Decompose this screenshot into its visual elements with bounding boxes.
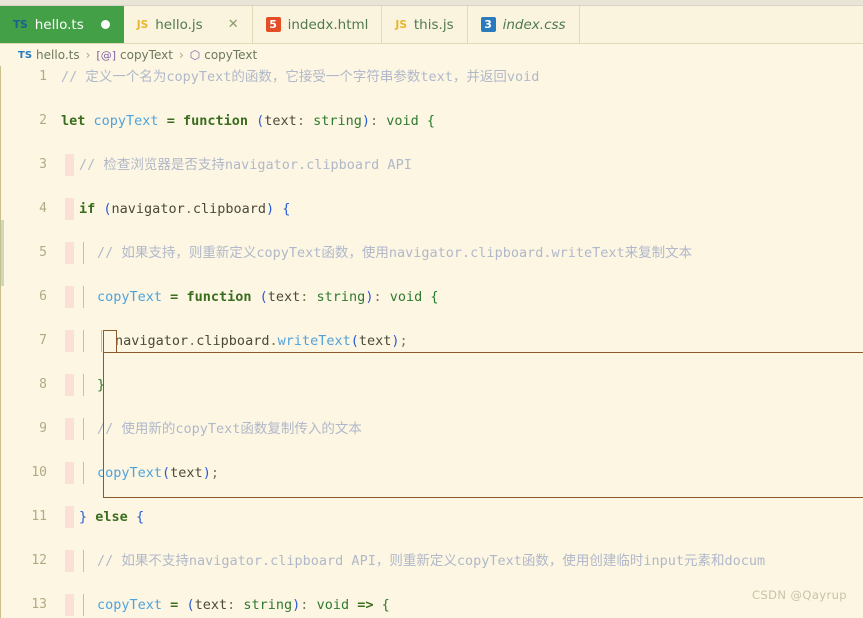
symbol-function-icon: ⬡: [189, 48, 201, 62]
code-line[interactable]: 2 let copyText = function (text: string)…: [1, 110, 863, 132]
indent-guide: [65, 462, 74, 484]
tab-bar-empty-space: [579, 6, 863, 43]
code-line[interactable]: 7 navigator.clipboard.writeText(text);: [1, 330, 863, 352]
code-line[interactable]: 12 // 如果不支持navigator.clipboard API，则重新定义…: [1, 550, 863, 572]
code-lines-container[interactable]: 1 // 定义一个名为copyText的函数，它接受一个字符串参数text，并返…: [1, 66, 863, 618]
tab-label: index.css: [502, 16, 566, 33]
line-number: 6: [39, 289, 47, 304]
close-icon[interactable]: ✕: [228, 18, 239, 31]
line-number: 9: [39, 421, 47, 436]
line-number: 3: [39, 157, 47, 172]
code-line[interactable]: 13 copyText = (text: string): void => {: [1, 594, 863, 616]
indent-guide-line: [83, 594, 84, 616]
line-number: 4: [39, 201, 47, 216]
indent-guide: [65, 374, 74, 396]
line-number: 8: [39, 377, 47, 392]
tab-label: hello.js: [155, 16, 203, 33]
indent-guide: [65, 154, 74, 176]
indent-guide: [65, 594, 74, 616]
breadcrumb-separator-icon: ›: [178, 48, 184, 62]
line-number: 7: [39, 333, 47, 348]
html5-icon: 5: [265, 17, 281, 32]
line-number: 12: [31, 553, 47, 568]
unsaved-indicator-dot[interactable]: [100, 20, 110, 29]
indent-guide-line: [83, 418, 84, 440]
breadcrumb: TS hello.ts › [@] copyText › ⬡ copyText: [0, 44, 863, 66]
indent-guide: [65, 330, 74, 352]
indent-guide-line: [101, 330, 102, 352]
symbol-variable-icon: [@]: [96, 48, 116, 62]
tab-label: this.js: [413, 16, 454, 33]
code-line[interactable]: 6 copyText = function (text: string): vo…: [1, 286, 863, 308]
javascript-icon: JS: [395, 18, 407, 31]
line-number: 10: [31, 465, 47, 480]
tab-indedx-html[interactable]: 5 indedx.html: [253, 6, 383, 43]
breadcrumb-item-symbol-variable[interactable]: [@] copyText: [96, 48, 173, 62]
breadcrumb-item-symbol-function[interactable]: ⬡ copyText: [190, 48, 257, 62]
breadcrumb-label: hello.ts: [36, 48, 80, 62]
code-line[interactable]: 8 }: [1, 374, 863, 396]
line-number: 1: [39, 69, 47, 84]
bracket-match-cap: [103, 330, 117, 331]
code-line[interactable]: 4 if (navigator.clipboard) {: [1, 198, 863, 220]
tab-hello-js[interactable]: JS hello.js ✕: [124, 6, 253, 43]
indent-guide-line: [83, 374, 84, 396]
breadcrumb-item-file[interactable]: TS hello.ts: [18, 48, 80, 62]
breadcrumb-label: copyText: [204, 48, 258, 62]
vscode-editor-window: TS hello.ts JS hello.js ✕ 5 indedx.html …: [0, 0, 863, 618]
indent-guide: [65, 242, 74, 264]
code-line[interactable]: 10 copyText(text);: [1, 462, 863, 484]
indent-guide-line: [83, 330, 84, 352]
indent-guide-line: [83, 550, 84, 572]
tab-hello-ts[interactable]: TS hello.ts: [0, 6, 124, 43]
line-number: 2: [39, 113, 47, 128]
indent-guide: [65, 198, 74, 220]
code-line[interactable]: 9 // 使用新的copyText函数复制传入的文本: [1, 418, 863, 440]
breadcrumb-label: copyText: [120, 48, 173, 62]
watermark: CSDN @Qayrup: [752, 588, 847, 602]
tab-label: hello.ts: [34, 16, 84, 33]
breadcrumb-separator-icon: ›: [85, 48, 91, 62]
code-line[interactable]: 5 // 如果支持，则重新定义copyText函数，使用navigator.cl…: [1, 242, 863, 264]
editor-tab-bar: TS hello.ts JS hello.js ✕ 5 indedx.html …: [0, 6, 863, 44]
tab-this-js[interactable]: JS this.js: [382, 6, 468, 43]
bracket-match-top-edge: [103, 352, 863, 353]
javascript-icon: JS: [136, 18, 149, 31]
typescript-icon: TS: [13, 18, 28, 31]
indent-guide-line: [83, 462, 84, 484]
indent-guide: [65, 286, 74, 308]
indent-guide: [65, 418, 74, 440]
indent-guide-line: [83, 242, 84, 264]
indent-guide: [65, 506, 74, 528]
code-line[interactable]: 11 } else {: [1, 506, 863, 528]
code-line[interactable]: 3 // 检查浏览器是否支持navigator.clipboard API: [1, 154, 863, 176]
line-number: 13: [31, 597, 47, 612]
line-number: 5: [39, 245, 47, 260]
css3-icon: 3: [480, 17, 496, 32]
indent-guide-line: [83, 286, 84, 308]
code-editor[interactable]: 1 // 定义一个名为copyText的函数，它接受一个字符串参数text，并返…: [0, 66, 863, 618]
tab-index-css[interactable]: 3 index.css: [468, 6, 580, 43]
typescript-icon: TS: [18, 49, 33, 61]
indent-guide: [65, 550, 74, 572]
tab-label: indedx.html: [287, 16, 369, 33]
code-line[interactable]: 1 // 定义一个名为copyText的函数，它接受一个字符串参数text，并返…: [1, 66, 863, 88]
line-number: 11: [31, 509, 47, 524]
